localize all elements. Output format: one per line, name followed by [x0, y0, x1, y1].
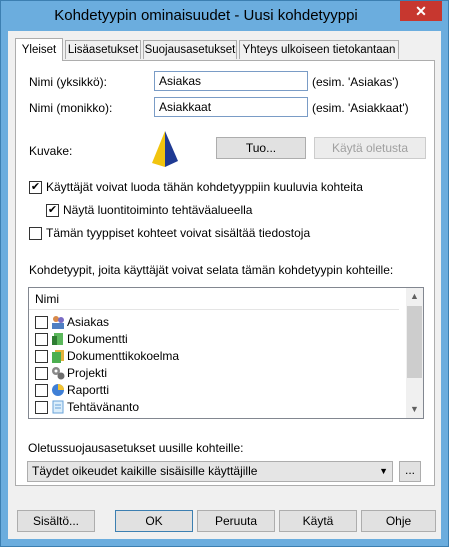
list-item-checkbox[interactable]	[35, 333, 48, 346]
list-item-label: Dokumentti	[67, 332, 128, 346]
create-items-checkbox[interactable]: ✔	[29, 181, 42, 194]
list-item-label: Dokumenttikokoelma	[67, 349, 180, 363]
scroll-down-icon[interactable]: ▼	[406, 401, 423, 418]
chevron-down-icon: ▼	[379, 466, 388, 476]
tab-general[interactable]: Yleiset	[15, 38, 63, 61]
list-item-checkbox[interactable]	[35, 316, 48, 329]
browse-types-label: Kohdetyypit, joita käyttäjät voivat sela…	[29, 263, 394, 277]
list-scrollbar[interactable]: ▲ ▼	[406, 288, 423, 418]
name-plural-input[interactable]: Asiakkaat	[154, 97, 308, 117]
scroll-up-icon[interactable]: ▲	[406, 288, 423, 305]
list-item[interactable]: Projekti	[33, 365, 393, 382]
tab-advanced[interactable]: Lisäasetukset	[65, 40, 141, 59]
assignment-icon	[52, 400, 64, 414]
scroll-thumb[interactable]	[407, 306, 422, 378]
security-more-button[interactable]: ...	[399, 461, 421, 482]
contain-files-checkbox[interactable]	[29, 227, 42, 240]
title-bar[interactable]: Kohdetyypin ominaisuudet - Uusi kohdetyy…	[1, 1, 448, 31]
tab-external-database[interactable]: Yhteys ulkoiseen tietokantaan	[239, 40, 399, 59]
tab-security[interactable]: Suojausasetukset	[143, 40, 237, 59]
help-button[interactable]: Ohje	[361, 510, 436, 532]
name-singular-hint: (esim. 'Asiakas')	[312, 75, 399, 89]
list-item[interactable]: Asiakas	[33, 314, 393, 331]
cancel-button[interactable]: Peruuta	[197, 510, 275, 532]
name-singular-label: Nimi (yksikkö):	[29, 75, 107, 89]
window-title: Kohdetyypin ominaisuudet - Uusi kohdetyy…	[54, 7, 358, 24]
show-task-label: Näytä luontitoiminto tehtäväalueella	[63, 203, 253, 217]
document-icon	[52, 333, 63, 345]
list-item-label: Tehtävänanto	[67, 400, 140, 414]
customer-icon	[52, 316, 64, 329]
list-item-checkbox[interactable]	[35, 401, 48, 414]
list-column-name[interactable]: Nimi	[29, 288, 399, 310]
dialog-client: Yleiset Lisäasetukset Suojausasetukset Y…	[8, 31, 441, 539]
security-default-label: Oletussuojausasetukset uusille kohteille…	[28, 441, 244, 455]
list-item[interactable]: Tehtävänanto	[33, 399, 393, 416]
dialog-window: Kohdetyypin ominaisuudet - Uusi kohdetyy…	[0, 0, 449, 547]
list-item[interactable]: Dokumenttikokoelma	[33, 348, 393, 365]
icon-label: Kuvake:	[29, 144, 73, 158]
ok-button[interactable]: OK	[115, 510, 193, 532]
list-item-label: Projekti	[67, 366, 108, 380]
show-task-checkbox[interactable]: ✔	[46, 204, 59, 217]
name-plural-label: Nimi (monikko):	[29, 101, 113, 115]
name-plural-hint: (esim. 'Asiakkaat')	[312, 101, 409, 115]
apply-button[interactable]: Käytä	[279, 510, 357, 532]
list-item-checkbox[interactable]	[35, 350, 48, 363]
security-default-value: Täydet oikeudet kaikille sisäisille käyt…	[32, 464, 258, 478]
close-button[interactable]: ✕	[400, 1, 442, 21]
pyramid-icon	[152, 131, 178, 167]
list-item-checkbox[interactable]	[35, 367, 48, 380]
name-singular-input[interactable]: Asiakas	[154, 71, 308, 91]
import-icon-button[interactable]: Tuo...	[216, 137, 306, 159]
use-default-icon-button[interactable]: Käytä oletusta	[314, 137, 426, 159]
document-collection-icon	[52, 350, 64, 363]
list-item-label: Asiakas	[67, 315, 110, 329]
create-items-label: Käyttäjät voivat luoda tähän kohdetyyppi…	[46, 180, 363, 194]
report-icon	[52, 384, 64, 396]
list-item-checkbox[interactable]	[35, 384, 48, 397]
security-default-select[interactable]: Täydet oikeudet kaikille sisäisille käyt…	[27, 461, 393, 482]
list-item[interactable]: Raportti	[33, 382, 393, 399]
object-types-list[interactable]: Nimi Asiakas Dokumentti Dokumenttikokoel…	[28, 287, 424, 419]
contain-files-label: Tämän tyyppiset kohteet voivat sisältää …	[46, 226, 311, 240]
project-icon	[52, 367, 65, 380]
contents-button[interactable]: Sisältö...	[17, 510, 95, 532]
list-item-label: Raportti	[67, 383, 110, 397]
general-panel: Nimi (yksikkö): Asiakas (esim. 'Asiakas'…	[15, 60, 435, 486]
list-item[interactable]: Dokumentti	[33, 331, 393, 348]
